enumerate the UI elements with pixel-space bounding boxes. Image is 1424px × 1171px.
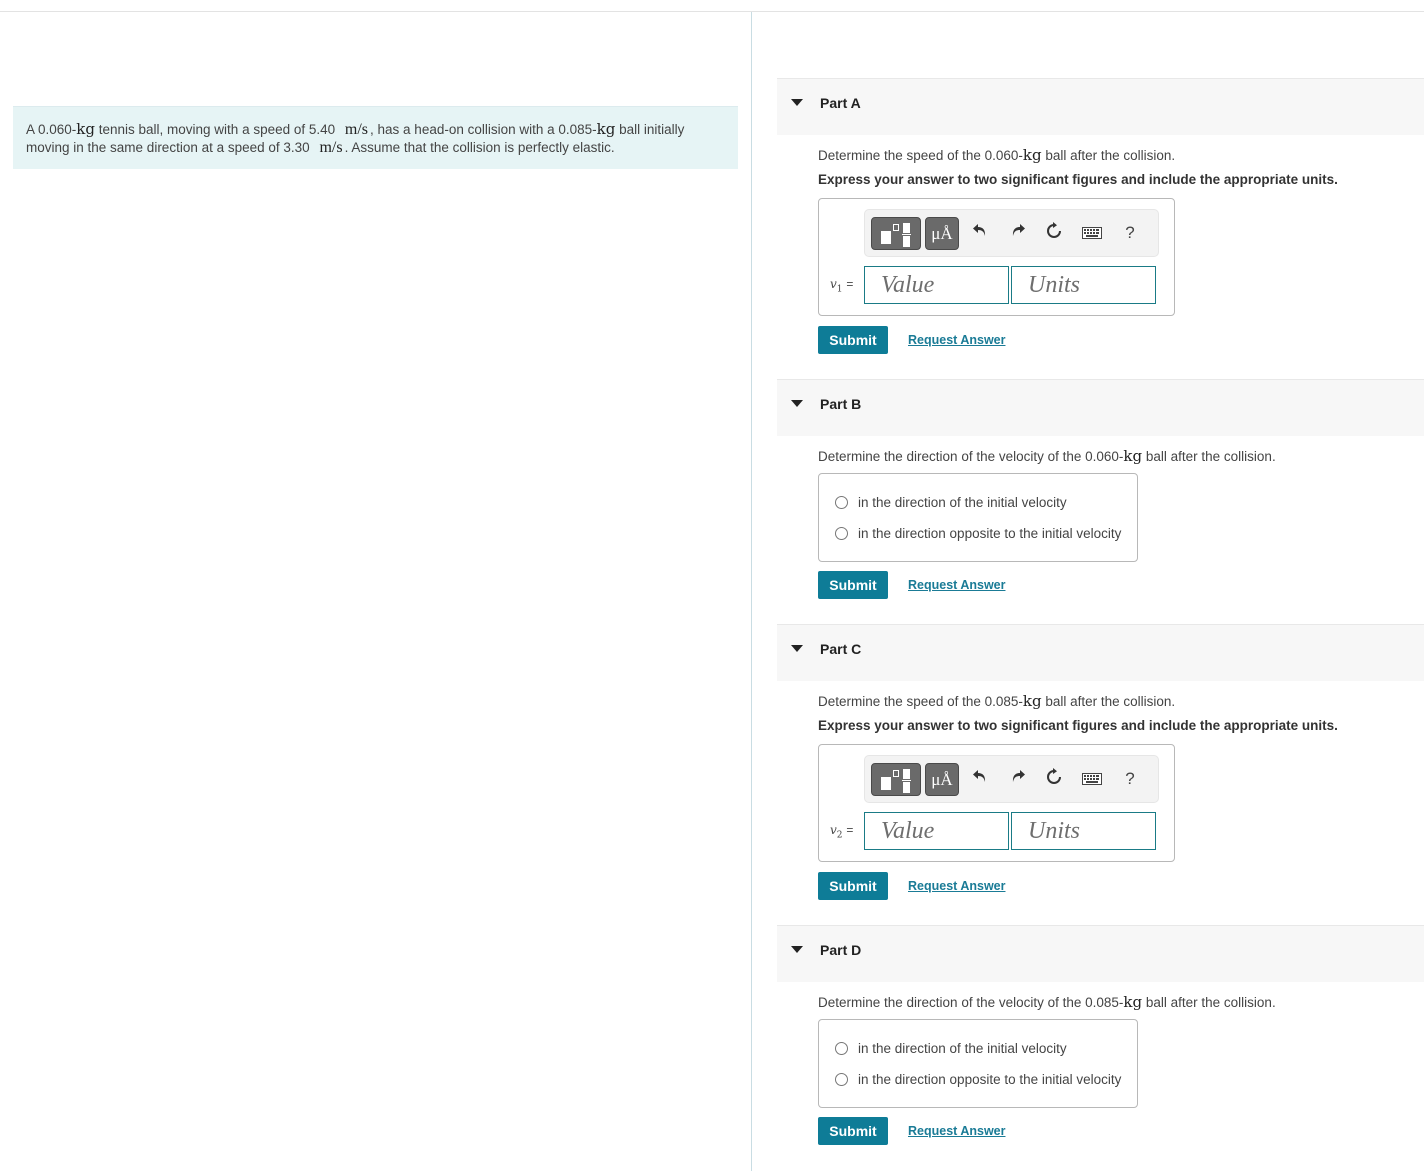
- radio-button[interactable]: [835, 1041, 848, 1055]
- problem-unit-ms: m/s: [344, 121, 369, 138]
- problem-text-3: , has a head-on collision with a 0.085-: [370, 122, 597, 137]
- part-c-instruction: Express your answer to two significant f…: [818, 718, 1338, 733]
- units-button[interactable]: μÅ: [925, 763, 959, 796]
- part-d-request-answer-link[interactable]: Request Answer: [908, 1124, 1005, 1138]
- part-d-choice-box: in the direction of the initial velocity…: [818, 1019, 1138, 1108]
- part-b-request-answer-link[interactable]: Request Answer: [908, 578, 1005, 592]
- choice-same-direction[interactable]: in the direction of the initial velocity: [835, 1039, 1067, 1057]
- choice-label: in the direction of the initial velocity: [858, 1040, 1067, 1056]
- prompt-text: ball after the collision.: [1142, 995, 1276, 1010]
- part-a-instruction: Express your answer to two significant f…: [818, 172, 1338, 187]
- value-input[interactable]: [864, 812, 1009, 850]
- part-a-prompt: Determine the speed of the 0.060-kg ball…: [818, 146, 1175, 164]
- prompt-text: ball after the collision.: [1142, 449, 1276, 464]
- part-a-title: Part A: [820, 95, 861, 111]
- prompt-unit: kg: [1123, 993, 1143, 1011]
- collapse-caret-icon[interactable]: [791, 946, 803, 953]
- reset-icon[interactable]: [1043, 222, 1065, 244]
- prompt-unit: kg: [1123, 447, 1143, 465]
- templates-button[interactable]: [871, 217, 921, 250]
- math-toolbar: μÅ ?: [864, 755, 1159, 803]
- choice-label: in the direction of the initial velocity: [858, 494, 1067, 510]
- part-d-title: Part D: [820, 942, 862, 958]
- top-divider: [0, 11, 1424, 12]
- prompt-text: Determine the direction of the velocity …: [818, 995, 1124, 1010]
- problem-unit-kg: kg: [76, 120, 95, 138]
- radio-button[interactable]: [835, 526, 848, 540]
- prompt-unit: kg: [1022, 146, 1042, 164]
- radio-button[interactable]: [835, 495, 848, 509]
- collapse-caret-icon[interactable]: [791, 400, 803, 407]
- part-d-header[interactable]: Part D: [777, 925, 1424, 982]
- prompt-text: ball after the collision.: [1041, 148, 1176, 163]
- part-a-answer-box: μÅ ? v1 =: [818, 198, 1175, 316]
- part-c-title: Part C: [820, 641, 862, 657]
- units-input[interactable]: [1011, 266, 1156, 304]
- units-button[interactable]: μÅ: [925, 217, 959, 250]
- part-c-prompt: Determine the speed of the 0.085-kg ball…: [818, 692, 1175, 710]
- part-c-header[interactable]: Part C: [777, 624, 1424, 681]
- part-b-choice-box: in the direction of the initial velocity…: [818, 473, 1138, 562]
- part-a-submit-button[interactable]: Submit: [818, 326, 888, 354]
- part-b-submit-button[interactable]: Submit: [818, 571, 888, 599]
- problem-text-1: A 0.060-: [26, 122, 77, 137]
- templates-button[interactable]: [871, 763, 921, 796]
- variable-label: v2 =: [830, 823, 854, 841]
- undo-icon[interactable]: [969, 222, 991, 244]
- part-b-prompt: Determine the direction of the velocity …: [818, 447, 1276, 465]
- value-input[interactable]: [864, 266, 1009, 304]
- variable-symbol: v: [830, 823, 837, 837]
- variable-subscript: 1: [836, 284, 843, 295]
- part-b-header[interactable]: Part B: [777, 379, 1424, 436]
- choice-same-direction[interactable]: in the direction of the initial velocity: [835, 493, 1067, 511]
- help-button[interactable]: ?: [1119, 768, 1141, 790]
- prompt-text: Determine the speed of the 0.085-: [818, 694, 1023, 709]
- undo-icon[interactable]: [969, 768, 991, 790]
- prompt-text: Determine the direction of the velocity …: [818, 449, 1124, 464]
- choice-label: in the direction opposite to the initial…: [858, 1071, 1122, 1087]
- part-d-submit-button[interactable]: Submit: [818, 1117, 888, 1145]
- redo-icon[interactable]: [1007, 222, 1029, 244]
- problem-unit-kg: kg: [596, 120, 616, 138]
- part-c-answer-box: μÅ ? v2 =: [818, 744, 1175, 862]
- units-input[interactable]: [1011, 812, 1156, 850]
- problem-unit-ms: m/s: [319, 139, 343, 156]
- part-a-request-answer-link[interactable]: Request Answer: [908, 333, 1005, 347]
- choice-opposite-direction[interactable]: in the direction opposite to the initial…: [835, 524, 1121, 542]
- collapse-caret-icon[interactable]: [791, 645, 803, 652]
- part-a-header[interactable]: Part A: [777, 78, 1424, 135]
- keyboard-icon[interactable]: [1081, 768, 1103, 790]
- variable-symbol: v: [830, 277, 837, 291]
- choice-label: in the direction opposite to the initial…: [858, 525, 1122, 541]
- variable-label: v1 =: [830, 277, 854, 295]
- problem-text-5: . Assume that the collision is perfectly…: [344, 140, 615, 155]
- choice-opposite-direction[interactable]: in the direction opposite to the initial…: [835, 1070, 1121, 1088]
- redo-icon[interactable]: [1007, 768, 1029, 790]
- keyboard-icon[interactable]: [1081, 222, 1103, 244]
- collapse-caret-icon[interactable]: [791, 99, 803, 106]
- part-b-title: Part B: [820, 396, 862, 412]
- reset-icon[interactable]: [1043, 768, 1065, 790]
- column-divider: [751, 12, 752, 1171]
- prompt-text: Determine the speed of the 0.060-: [818, 148, 1023, 163]
- part-d-prompt: Determine the direction of the velocity …: [818, 993, 1276, 1011]
- radio-button[interactable]: [835, 1072, 848, 1086]
- prompt-text: ball after the collision.: [1041, 694, 1176, 709]
- variable-subscript: 2: [836, 830, 843, 841]
- part-c-submit-button[interactable]: Submit: [818, 872, 888, 900]
- prompt-unit: kg: [1022, 692, 1042, 710]
- math-toolbar: μÅ ?: [864, 209, 1159, 257]
- part-c-request-answer-link[interactable]: Request Answer: [908, 879, 1005, 893]
- problem-statement: A 0.060-kg tennis ball, moving with a sp…: [13, 106, 738, 169]
- problem-text-2: tennis ball, moving with a speed of 5.40: [95, 122, 339, 137]
- help-button[interactable]: ?: [1119, 222, 1141, 244]
